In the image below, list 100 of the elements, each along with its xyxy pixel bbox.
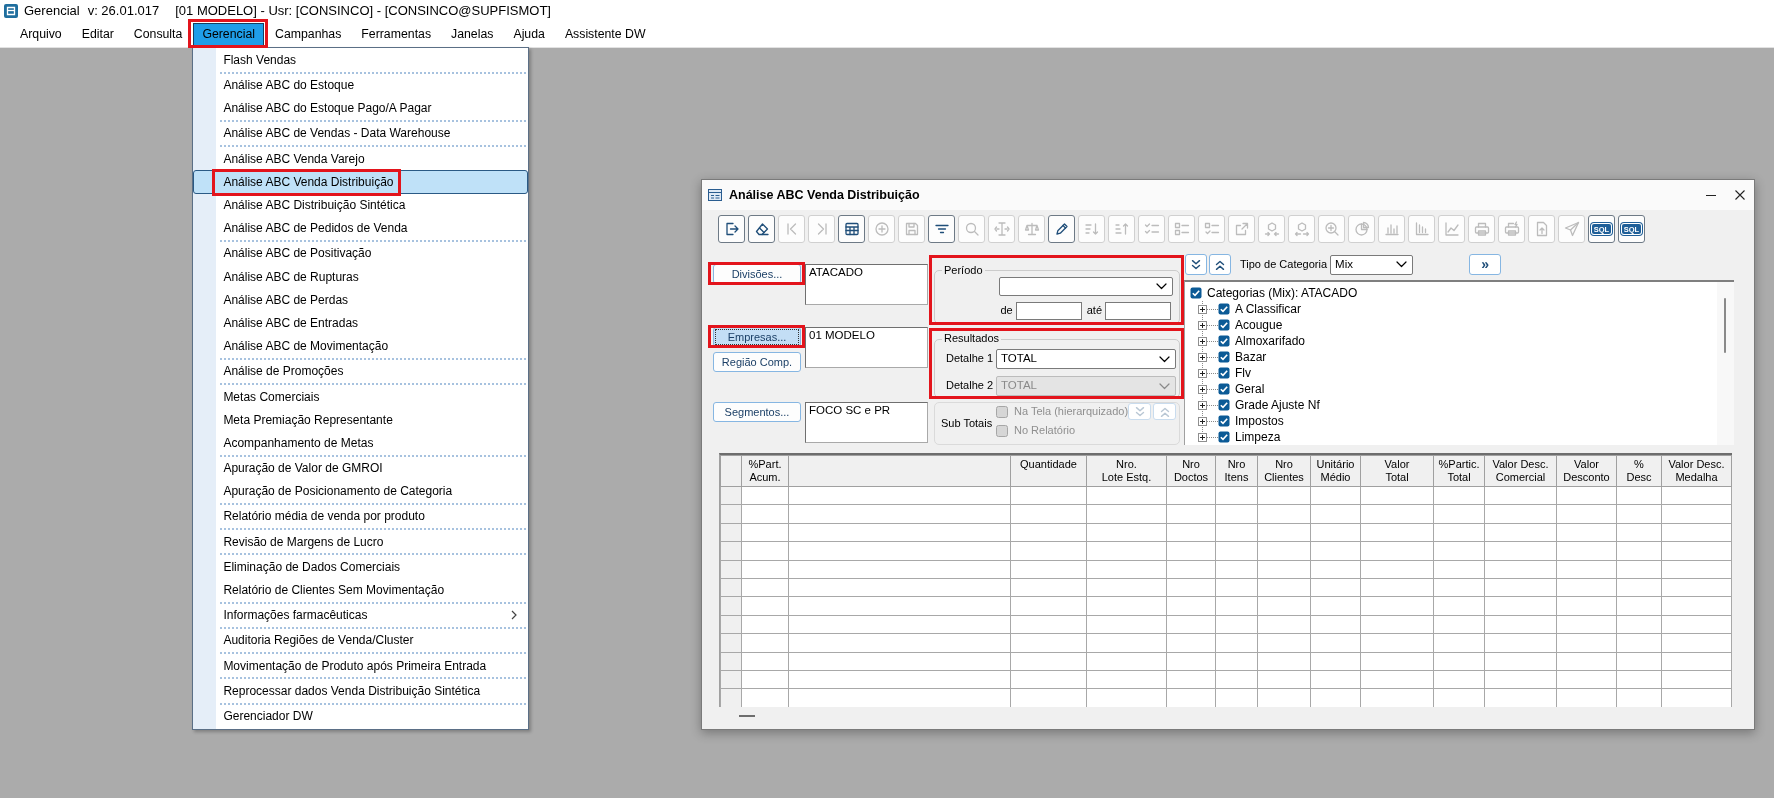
scrollbar-thumb[interactable] [1724, 298, 1726, 353]
toolbar-button[interactable] [718, 215, 745, 243]
column-header[interactable]: Valor Desc. Medalha [1661, 455, 1732, 487]
menu-bar-item[interactable]: Ferramentas [352, 22, 441, 46]
column-header[interactable]: Nro Clientes [1257, 455, 1311, 487]
menu-item[interactable]: Análise ABC Venda Varejo [193, 147, 529, 171]
menu-item[interactable]: Análise ABC do Estoque Pago/A Pagar [193, 96, 529, 121]
expand-all-button[interactable] [1185, 254, 1207, 275]
checkbox[interactable] [1218, 399, 1230, 411]
field-label: Detalhe 2 [946, 379, 995, 393]
menu-item[interactable]: Flash Vendas [193, 48, 529, 72]
menu-item[interactable]: Relatório de Clientes Sem Movimentação [193, 578, 529, 602]
tree-item[interactable]: Limpeza [1198, 429, 1717, 445]
menu-item[interactable]: Análise ABC do Estoque [193, 73, 529, 97]
menu-item[interactable]: Relatório média de venda por produto [193, 505, 529, 529]
menu-item[interactable]: Metas Comerciais [193, 385, 529, 409]
expand-icon[interactable] [1198, 352, 1207, 362]
collapse-all-button[interactable] [1209, 254, 1231, 275]
column-header[interactable] [788, 455, 1011, 487]
tree-item[interactable]: Categorias (Mix): ATACADO [1190, 285, 1717, 301]
menu-bar-item[interactable]: Campanhas [266, 22, 351, 46]
menu-item[interactable]: Revisão de Margens de Lucro [193, 530, 529, 554]
menu-bar-item[interactable]: Editar [72, 22, 123, 46]
menu-item[interactable]: Análise ABC de Vendas - Data Warehouse [193, 122, 529, 146]
checkbox[interactable] [1218, 383, 1230, 395]
menu-bar-item[interactable]: Gerencial [193, 22, 264, 46]
toolbar-button[interactable] [748, 215, 775, 243]
column-header[interactable]: Unitário Médio [1310, 455, 1361, 487]
exit-icon [723, 221, 740, 237]
tree-item[interactable]: Bazar [1198, 349, 1717, 365]
menu-item[interactable]: Gerenciador DW [193, 704, 529, 728]
menu-item[interactable]: Meta Premiação Representante [193, 408, 529, 432]
menu-item[interactable]: Análise ABC de Movimentação [193, 334, 529, 358]
column-header[interactable]: %Part. Acum. [741, 455, 789, 487]
expand-icon[interactable] [1198, 432, 1207, 442]
tree-item[interactable]: Acougue [1198, 317, 1717, 333]
checkbox[interactable] [1218, 367, 1230, 379]
checkbox[interactable] [1190, 287, 1202, 299]
menu-item[interactable]: Análise ABC de Entradas [193, 311, 529, 335]
menu-bar-item[interactable]: Janelas [442, 22, 503, 46]
category-type-select[interactable]: Mix [1330, 254, 1414, 275]
column-header[interactable]: Valor Desc. Comercial [1484, 455, 1557, 487]
tree-item[interactable]: Impostos [1198, 413, 1717, 429]
expand-icon[interactable] [1198, 368, 1207, 378]
column-header[interactable]: Nro Itens [1215, 455, 1258, 487]
menu-item[interactable]: Movimentação de Produto após Primeira Entrada [193, 654, 529, 678]
tree-item[interactable]: Almoxarifado [1198, 333, 1717, 349]
column-header[interactable]: %Partic. Total [1433, 455, 1485, 487]
menu-item[interactable]: Apuração de Posicionamento de Categoria [193, 479, 529, 504]
expand-icon[interactable] [1198, 320, 1207, 330]
period-select[interactable] [999, 277, 1173, 296]
menu-bar-item[interactable]: Consulta [124, 22, 192, 46]
menu-bar-item[interactable]: Assistente DW [555, 22, 655, 46]
menu-item[interactable]: Informações farmacêuticas [193, 603, 529, 627]
menu-item[interactable]: Reprocessar dados Venda Distribuição Sintética [193, 679, 529, 703]
menu-bar-item[interactable]: Arquivo [11, 22, 71, 46]
expand-icon[interactable] [1198, 304, 1207, 314]
date-field[interactable] [1105, 302, 1171, 320]
menu-item[interactable]: Análise ABC de Rupturas [193, 265, 529, 289]
checkbox[interactable] [1218, 431, 1230, 443]
column-header[interactable]: Nro. Lote Estq. [1086, 455, 1167, 487]
toolbar-button[interactable] [838, 215, 865, 243]
eraser-icon [753, 221, 770, 237]
menu-item[interactable]: Acompanhamento de Metas [193, 431, 529, 455]
menu-item[interactable]: Apuração de Valor de GMROI [193, 456, 529, 480]
expand-icon[interactable] [1198, 400, 1207, 410]
toolbar-button[interactable] [928, 215, 955, 243]
menu-item[interactable]: Análise ABC de Positivação [193, 242, 529, 266]
checkbox[interactable] [1218, 319, 1230, 331]
selector-button[interactable]: Região Comp. [713, 352, 801, 372]
checkbox[interactable] [1218, 415, 1230, 427]
menu-item[interactable]: Eliminação de Dados Comerciais [193, 555, 529, 579]
menu-item[interactable]: Análise ABC Venda Distribuição [193, 170, 529, 194]
advance-button[interactable]: » [1469, 254, 1502, 275]
tree-item[interactable]: A Classificar [1198, 301, 1717, 317]
date-field[interactable] [1015, 302, 1082, 320]
column-header[interactable]: Nro Doctos [1166, 455, 1216, 487]
menu-item[interactable]: Análise ABC Distribuição Sintética [193, 193, 529, 217]
detail-select[interactable]: TOTAL [996, 349, 1176, 369]
menu-item[interactable]: Análise ABC de Perdas [193, 288, 529, 312]
menu-item[interactable]: Análise de Promoções [193, 359, 529, 384]
list-icon [1173, 221, 1190, 237]
checkbox[interactable] [1218, 303, 1230, 315]
selector-button[interactable]: Segmentos... [713, 402, 801, 422]
column-header[interactable]: % Desc [1616, 455, 1662, 487]
menu-bar-item[interactable]: Ajuda [504, 22, 554, 46]
expand-icon[interactable] [1198, 384, 1207, 394]
checkbox[interactable] [1218, 335, 1230, 347]
column-header[interactable]: Quantidade [1010, 455, 1087, 487]
expand-icon[interactable] [1198, 336, 1207, 346]
column-header[interactable]: Valor Desconto [1556, 455, 1617, 487]
menu-item[interactable]: Auditoria Regiões de Venda/Cluster [193, 629, 529, 653]
tree-item[interactable]: Grade Ajuste Nf [1198, 397, 1717, 413]
tree-item[interactable]: Geral [1198, 381, 1717, 397]
column-header[interactable]: Valor Total [1360, 455, 1434, 487]
menu-item[interactable]: Análise ABC de Pedidos de Venda [193, 216, 529, 240]
toolbar-button[interactable] [1048, 215, 1075, 243]
tree-item[interactable]: Flv [1198, 365, 1717, 381]
checkbox[interactable] [1218, 351, 1230, 363]
expand-icon[interactable] [1198, 416, 1207, 426]
